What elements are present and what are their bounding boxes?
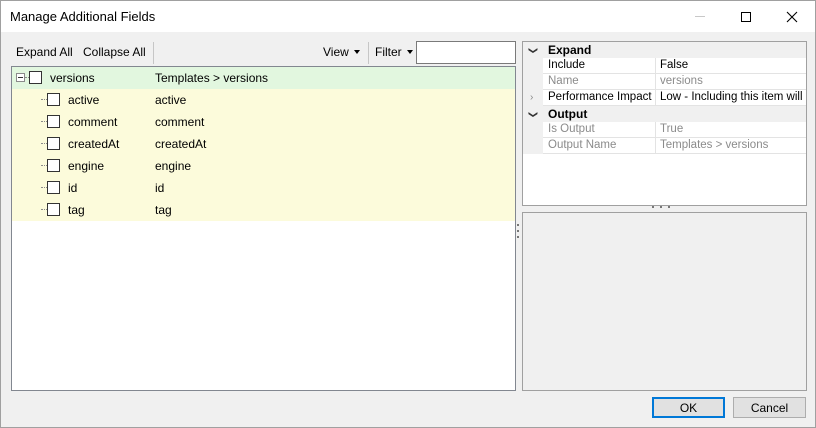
toolbar-separator — [368, 42, 369, 64]
tree-row-comment[interactable]: comment comment — [12, 111, 515, 133]
property-value: versions — [660, 75, 703, 87]
tree-row-active[interactable]: active active — [12, 89, 515, 111]
row-gutter — [523, 138, 543, 154]
minimize-icon — [695, 16, 705, 17]
collapse-all-button[interactable]: Collapse All — [83, 45, 146, 59]
tree-row-engine[interactable]: engine engine — [12, 155, 515, 177]
property-name: Performance Impact — [548, 91, 652, 103]
tree-row-label: createdAt — [68, 137, 120, 151]
minimize-button[interactable] — [677, 1, 723, 32]
maximize-button[interactable] — [723, 1, 769, 32]
tree-row-path: createdAt — [155, 137, 207, 151]
ok-button[interactable]: OK — [652, 397, 725, 418]
tree-row-label: active — [68, 93, 100, 107]
column-divider — [655, 74, 656, 90]
property-grid: ❯ Expand Include False Name versions › P… — [522, 41, 807, 206]
checkbox[interactable] — [47, 93, 60, 106]
checkbox[interactable] — [47, 159, 60, 172]
tree-row-id[interactable]: id id — [12, 177, 515, 199]
category-label: Output — [548, 107, 588, 121]
chevron-down-icon[interactable]: ❯ — [527, 111, 538, 119]
view-label: View — [323, 45, 349, 59]
toolbar-separator — [153, 42, 154, 64]
tree-row-path: engine — [155, 159, 192, 173]
property-output-name[interactable]: Output Name Templates > versions — [523, 138, 806, 154]
property-value: Templates > versions — [660, 139, 769, 151]
tree-toolbar: Expand All Collapse All View Filter — [11, 41, 516, 65]
tree-row-label: comment — [68, 115, 118, 129]
tree-row-label: engine — [68, 159, 105, 173]
tree-row-tag[interactable]: tag tag — [12, 199, 515, 221]
description-panel — [522, 212, 807, 391]
cancel-button[interactable]: Cancel — [733, 397, 806, 418]
tree-row-path: comment — [155, 115, 205, 129]
column-divider — [655, 90, 656, 106]
filter-input[interactable] — [416, 41, 516, 64]
column-divider — [655, 122, 656, 138]
chevron-down-icon — [353, 50, 360, 54]
property-name: Name — [548, 75, 579, 87]
property-value: Low - Including this item will hav — [660, 91, 806, 103]
tree-row-label: id — [68, 181, 78, 195]
title-bar: Manage Additional Fields — [1, 1, 815, 32]
expand-all-button[interactable]: Expand All — [16, 45, 73, 59]
tree-row-label: versions — [50, 71, 95, 85]
tree-row-path: active — [155, 93, 187, 107]
property-value[interactable]: False — [660, 59, 688, 71]
filter-label: Filter — [375, 45, 402, 59]
property-name: Is Output — [548, 123, 595, 135]
tree-row-label: tag — [68, 203, 85, 217]
chevron-down-icon — [406, 50, 413, 54]
row-gutter — [523, 74, 543, 90]
close-button[interactable] — [769, 1, 815, 32]
property-name: Include — [548, 59, 586, 71]
property-include[interactable]: Include False — [523, 58, 806, 74]
close-icon — [786, 11, 798, 22]
collapse-icon[interactable] — [16, 73, 25, 82]
column-divider — [655, 58, 656, 74]
chevron-right-icon[interactable]: › — [530, 92, 533, 103]
field-tree: versions Templates > versions active act… — [11, 66, 516, 391]
vertical-splitter[interactable] — [517, 224, 520, 244]
horizontal-splitter[interactable] — [652, 206, 678, 209]
row-gutter — [523, 122, 543, 138]
checkbox[interactable] — [47, 203, 60, 216]
checkbox[interactable] — [47, 181, 60, 194]
manage-additional-fields-dialog: Manage Additional Fields Expand All Coll… — [0, 0, 816, 428]
tree-row-createdat[interactable]: createdAt createdAt — [12, 133, 515, 155]
category-label: Expand — [548, 43, 592, 57]
tree-row-path: tag — [155, 203, 172, 217]
filter-dropdown[interactable]: Filter — [375, 45, 413, 59]
column-divider — [655, 138, 656, 154]
tree-row-versions[interactable]: versions Templates > versions — [12, 67, 515, 89]
property-is-output[interactable]: Is Output True — [523, 122, 806, 138]
checkbox[interactable] — [29, 71, 42, 84]
view-dropdown[interactable]: View — [323, 45, 360, 59]
property-name-row[interactable]: Name versions — [523, 74, 806, 90]
property-name: Output Name — [548, 139, 617, 151]
checkbox[interactable] — [47, 137, 60, 150]
tree-row-path: id — [155, 181, 165, 195]
checkbox[interactable] — [47, 115, 60, 128]
property-value: True — [660, 123, 684, 135]
chevron-down-icon[interactable]: ❯ — [527, 47, 538, 55]
property-performance-impact[interactable]: › Performance Impact Low - Including thi… — [523, 90, 806, 106]
maximize-icon — [741, 11, 751, 22]
row-gutter — [523, 58, 543, 74]
window-title: Manage Additional Fields — [10, 9, 156, 24]
tree-row-path: Templates > versions — [155, 71, 269, 85]
category-expand[interactable]: ❯ Expand — [523, 42, 806, 58]
category-output[interactable]: ❯ Output — [523, 106, 806, 122]
